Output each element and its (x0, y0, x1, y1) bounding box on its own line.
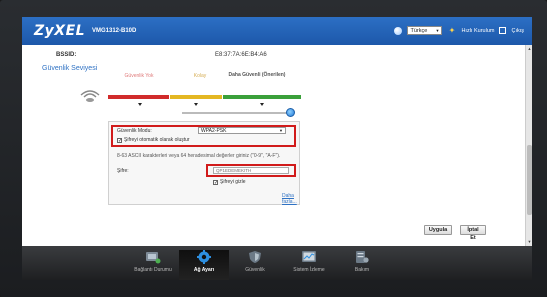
top-header: ZyXEL VMG1312-B10D Türkçe ▼ ✦ Hızlı Kuru… (22, 17, 532, 45)
level-bar-green[interactable] (223, 95, 301, 99)
wifi-router-icon (80, 90, 100, 102)
password-label: Şifre: (117, 168, 129, 174)
security-mode-select[interactable]: WPA2-PSK ▼ (198, 127, 286, 134)
globe-icon (394, 26, 403, 35)
bottom-dock: Bağlantı Durumu Ağ Ayarı Güvenlik Sistem… (22, 246, 532, 280)
header-controls: Türkçe ▼ ✦ Hızlı Kurulum Çıkış (394, 26, 524, 35)
dock-item-system-monitor[interactable]: Sistem İzleme (284, 250, 334, 280)
more-settings-link[interactable]: Daha fazla... (282, 193, 299, 205)
wireless-settings-panel: BSSID: E8:37:7A:6E:B4:A6 Güvenlik Seviye… (22, 45, 532, 246)
level-label-none: Güvenlik Yok (124, 73, 154, 79)
apply-button[interactable]: Uygula (424, 225, 452, 235)
logout-icon[interactable] (499, 27, 507, 34)
hide-password-label: Şifreyi gizle (220, 179, 246, 185)
security-slider-track[interactable] (182, 112, 292, 114)
level-bar-red[interactable] (108, 95, 169, 99)
magic-wand-icon[interactable]: ✦ (447, 26, 456, 35)
bssid-label: BSSID: (56, 52, 77, 58)
hide-password-option[interactable]: ✓ Şifreyi gizle (213, 179, 246, 185)
dock-item-connection-status[interactable]: Bağlantı Durumu (128, 250, 178, 280)
bssid-value: E8:37:7A:6E:B4:A6 (215, 52, 267, 58)
level-marker-high (260, 103, 264, 106)
dock-item-maintenance[interactable]: Bakım (337, 250, 387, 280)
dock-label: Güvenlik (245, 267, 265, 273)
security-config-box: Güvenlik Modu: WPA2-PSK ▼ ✓ Şifreyi otom… (108, 121, 300, 205)
shield-icon (249, 251, 261, 263)
dock-label: Bakım (354, 267, 370, 273)
security-slider-thumb[interactable] (286, 108, 295, 117)
chevron-down-icon: ▼ (435, 28, 440, 33)
security-level-title: Güvenlik Seviyesi (42, 65, 98, 72)
quick-start-link[interactable]: Hızlı Kurulum (461, 28, 494, 34)
level-label-secure: Daha Güvenli (Önerilen) (228, 72, 286, 78)
chevron-down-icon: ▼ (279, 128, 283, 133)
level-marker-low (138, 103, 142, 106)
dock-label: Bağlantı Durumu (134, 267, 172, 273)
scroll-up-icon[interactable]: ▲ (527, 46, 532, 52)
dock-item-security[interactable]: Güvenlik (230, 250, 280, 280)
vertical-scrollbar[interactable]: ▲ ▼ (525, 45, 532, 246)
device-frame: ZyXEL VMG1312-B10D Türkçe ▼ ✦ Hızlı Kuru… (0, 0, 547, 297)
dock-label: Ağ Ayarı (193, 267, 215, 273)
language-select[interactable]: Türkçe ▼ (407, 26, 443, 35)
logout-link[interactable]: Çıkış (511, 28, 524, 34)
level-label-easy: Kolay (193, 73, 207, 79)
gear-icon (197, 250, 211, 264)
monitor-chart-icon (302, 251, 316, 262)
model-name: VMG1312-B10D (92, 28, 137, 34)
level-bar-yellow[interactable] (170, 95, 222, 99)
auto-key-option[interactable]: ✓ Şifreyi otomatik olarak oluştur (117, 137, 190, 143)
language-value: Türkçe (410, 27, 428, 34)
auto-key-checkbox[interactable]: ✓ (117, 137, 122, 143)
maintenance-icon (356, 251, 369, 263)
password-field[interactable]: QP1EDEMEKITH (213, 167, 289, 174)
auto-key-label: Şifreyi otomatik olarak oluştur (124, 137, 190, 143)
cancel-button[interactable]: İptal Et (460, 225, 486, 241)
scroll-down-icon[interactable]: ▼ (527, 239, 532, 245)
dock-label: Sistem İzleme (293, 267, 325, 273)
zyxel-logo: ZyXEL (34, 23, 86, 39)
hide-password-checkbox[interactable]: ✓ (213, 179, 218, 185)
password-hint: 8-63 ASCII karakterleri veya 64 heradesi… (117, 153, 281, 159)
level-marker-mid (194, 103, 198, 106)
security-mode-value: WPA2-PSK (201, 128, 227, 134)
password-value: QP1EDEMEKITH (216, 168, 252, 173)
dock-item-network-settings[interactable]: Ağ Ayarı (179, 250, 229, 280)
security-mode-label: Güvenlik Modu: (117, 128, 152, 134)
connection-status-icon (146, 252, 161, 264)
scroll-thumb[interactable] (527, 145, 532, 215)
